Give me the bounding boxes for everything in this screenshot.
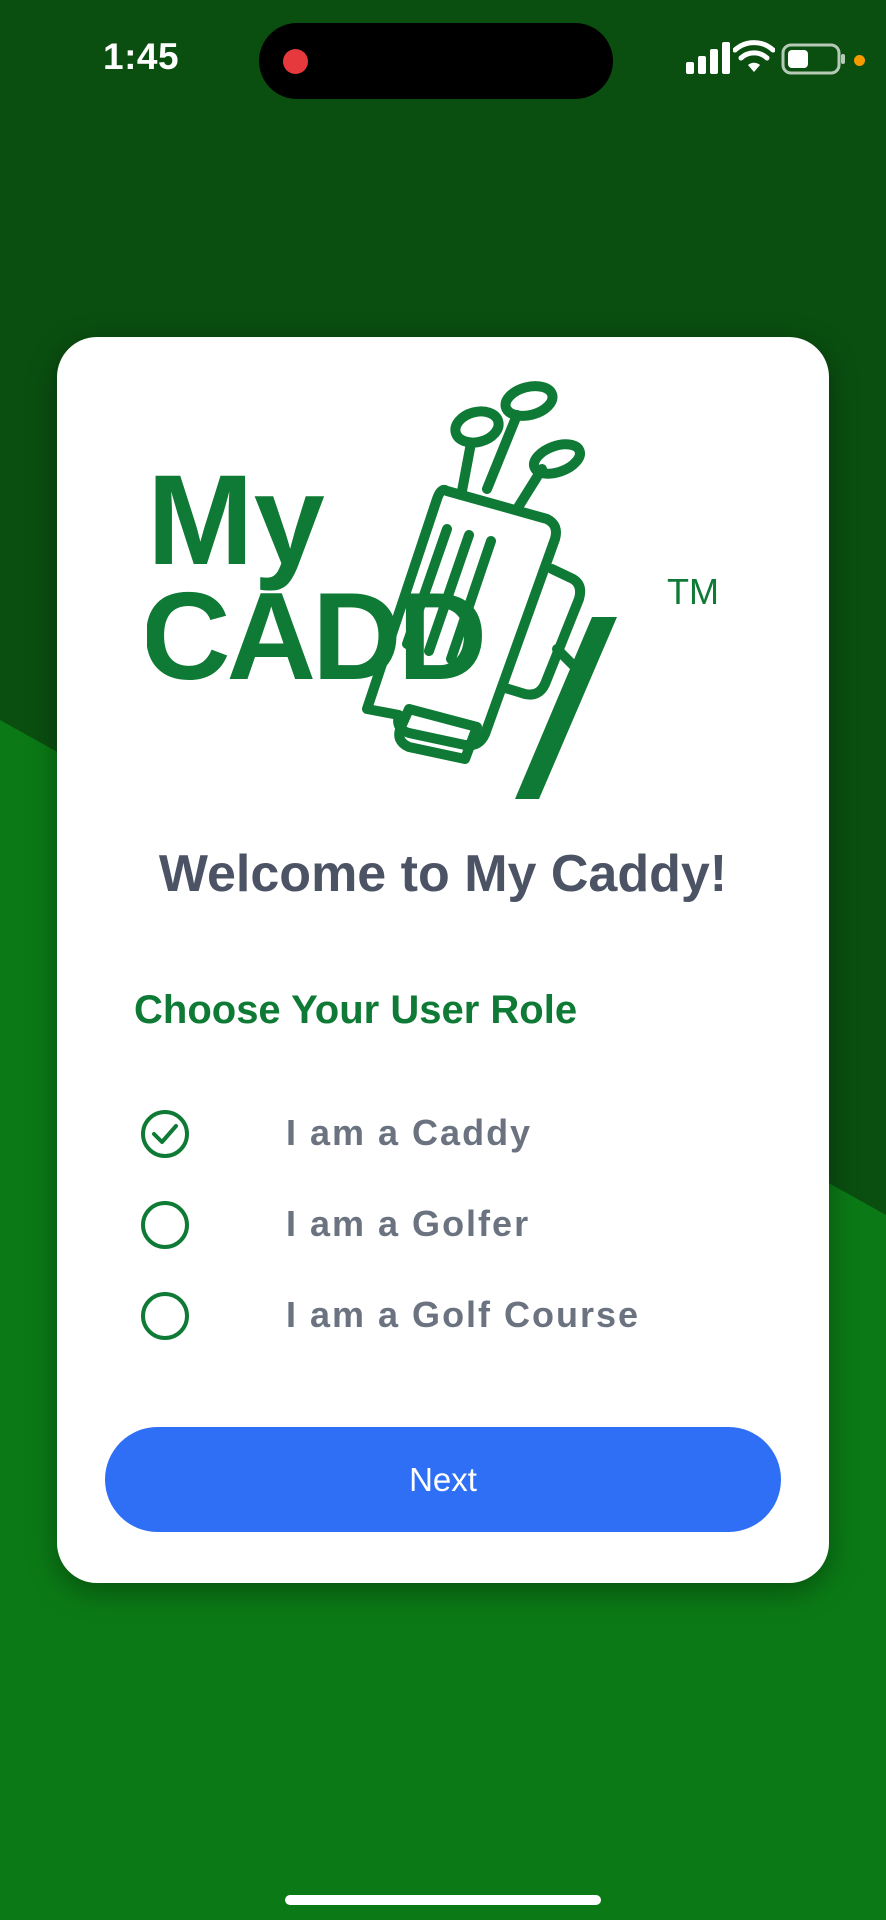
next-button[interactable]: Next bbox=[105, 1427, 781, 1532]
role-heading: Choose Your User Role bbox=[134, 988, 578, 1032]
role-option-golfer[interactable]: I am a Golfer bbox=[141, 1195, 741, 1255]
status-time: 1:45 bbox=[103, 36, 180, 77]
battery-icon bbox=[781, 43, 845, 75]
welcome-title: Welcome to My Caddy! bbox=[158, 845, 728, 903]
cellular-signal-icon bbox=[686, 42, 730, 74]
wifi-icon bbox=[733, 40, 775, 72]
status-bar: 1:45 bbox=[0, 0, 886, 120]
check-circle-icon[interactable] bbox=[141, 1110, 189, 1158]
role-option-label: I am a Golfer bbox=[286, 1203, 531, 1244]
app-screen: 1:45 My CADD TM Welcome to My Caddy! Cho… bbox=[0, 0, 886, 1920]
role-option-golf-course[interactable]: I am a Golf Course bbox=[141, 1286, 741, 1346]
role-option-caddy[interactable]: I am a Caddy bbox=[141, 1104, 741, 1164]
dynamic-island bbox=[259, 23, 613, 99]
role-option-label: I am a Golf Course bbox=[286, 1294, 641, 1335]
role-option-label: I am a Caddy bbox=[286, 1112, 533, 1153]
role-selection-card: My CADD TM Welcome to My Caddy! Choose Y… bbox=[57, 337, 829, 1583]
empty-circle-icon[interactable] bbox=[141, 1292, 189, 1340]
home-indicator[interactable] bbox=[285, 1895, 601, 1905]
logo-trademark: TM bbox=[667, 571, 719, 612]
empty-circle-icon[interactable] bbox=[141, 1201, 189, 1249]
my-caddy-logo: My CADD TM bbox=[147, 381, 719, 799]
privacy-indicator-dot bbox=[854, 55, 865, 66]
recording-dot-icon bbox=[283, 49, 308, 74]
